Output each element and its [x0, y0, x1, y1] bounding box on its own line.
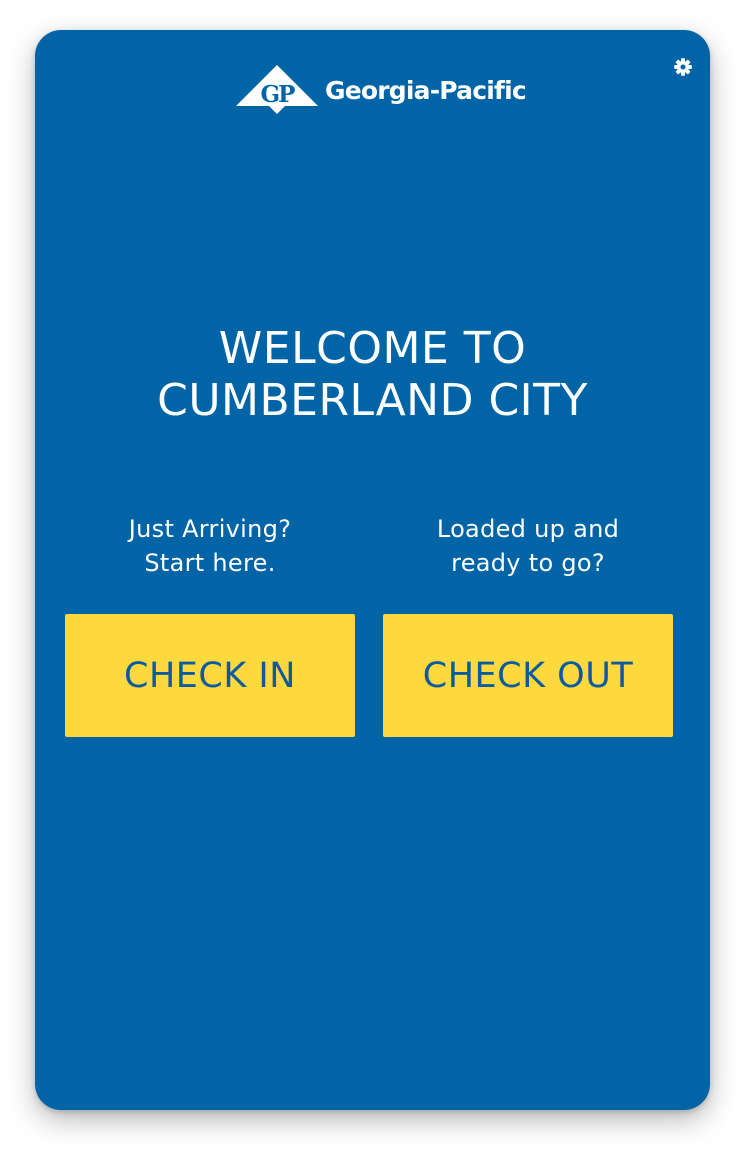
logo-wordmark: Georgia-Pacific [325, 75, 527, 105]
welcome-line-2: CUMBERLAND CITY [157, 375, 588, 426]
welcome-heading: WELCOME TO CUMBERLAND CITY [35, 323, 710, 427]
check-in-button[interactable]: CHECK IN [65, 614, 355, 737]
check-out-prompt-line-1: Loaded up and [436, 515, 620, 543]
georgia-pacific-logo: GP Georgia-Pacific [235, 64, 527, 114]
kiosk-screen: GP Georgia-Pacific WELCOME TO CUMBERLAND… [35, 30, 710, 1110]
check-in-prompt-line-1: Just Arriving? [128, 515, 292, 543]
check-in-prompt-line-2: Start here. [144, 549, 276, 577]
welcome-line-1: WELCOME TO [218, 323, 527, 374]
settings-button[interactable] [673, 57, 693, 77]
logo-triangle-icon: GP [236, 65, 318, 114]
gear-icon [674, 58, 692, 76]
check-out-prompt-line-2: ready to go? [451, 549, 605, 577]
check-out-prompt: Loaded up and ready to go? [383, 512, 673, 580]
check-in-prompt: Just Arriving? Start here. [65, 512, 355, 580]
logo-monogram: GP [261, 81, 296, 108]
check-out-button[interactable]: CHECK OUT [383, 614, 673, 737]
